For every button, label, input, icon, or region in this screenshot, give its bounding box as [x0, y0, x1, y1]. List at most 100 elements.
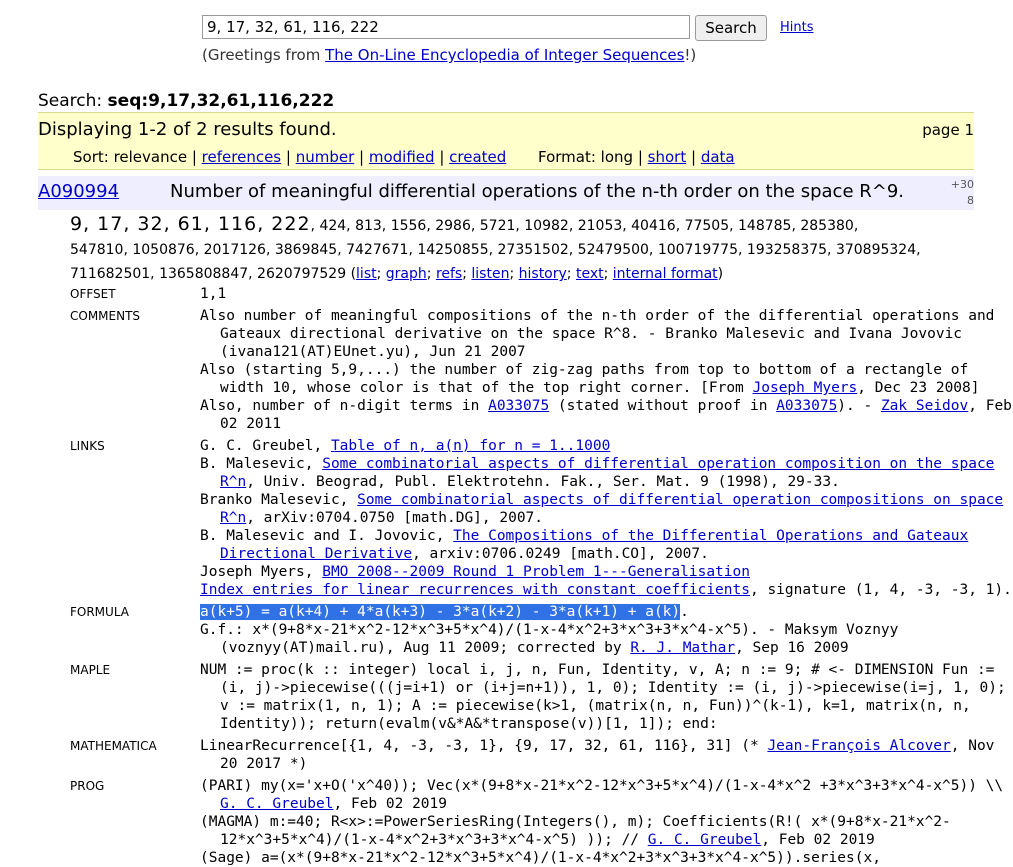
malesevic-1998-link[interactable]: Some combinatorial aspects of differenti…: [322, 456, 994, 472]
comment-2-text: width 10, whose color is that of the top…: [220, 380, 753, 396]
maple-line-2: (i, j)->piecewise(((j=i+1) or (i+j=n+1))…: [220, 680, 1006, 696]
alcover-link[interactable]: Jean-François Alcover: [767, 738, 950, 754]
prog-body: (PARI) my(x='x+O('x^40)); Vec(x*(9+8*x-2…: [200, 777, 1004, 867]
formula-2-email: (voznyy(AT)mail.ru), Aug 11 2009; correc…: [220, 640, 631, 656]
maple-line-4: Identity)); return(evalm(v&*A&*transpose…: [220, 716, 718, 732]
link-6: Index entries for linear recurrences wit…: [200, 581, 1012, 599]
graph-link[interactable]: graph: [386, 266, 427, 282]
format-data-link[interactable]: data: [701, 148, 735, 166]
link-3-cont: R^n, arXiv:0704.0750 [math.DG], 2007.: [200, 509, 950, 527]
malesevic-arxiv-link[interactable]: Some combinatorial aspects of differenti…: [357, 492, 1003, 508]
entry-header: A090994 Number of meaningful differentia…: [38, 176, 974, 210]
malesevic-1998-link-rn[interactable]: R^n: [220, 474, 246, 490]
prog-magma-date: , Feb 02 2019: [761, 832, 875, 848]
search-summary-query: seq:9,17,32,61,116,222: [107, 91, 335, 111]
link-4-citation: , arxiv:0706.0249 [math.CO], 2007.: [412, 546, 709, 562]
comment-2-line-2: width 10, whose color is that of the top…: [200, 379, 980, 397]
link-2: B. Malesevic, Some combinatorial aspects…: [200, 455, 994, 473]
sequence-terms: 9, 17, 32, 61, 116, 222, 424, 813, 1556,…: [70, 213, 921, 282]
formula-2-date: , Sep 16 2009: [735, 640, 849, 656]
table-link[interactable]: Table of n, a(n) for n = 1..1000: [331, 438, 610, 454]
terms-line-2: 547810, 1050876, 2017126, 3869845, 74276…: [70, 242, 921, 258]
compositions-link[interactable]: The Compositions of the Differential Ope…: [453, 528, 968, 544]
history-link[interactable]: history: [519, 266, 567, 282]
list-link[interactable]: list: [356, 266, 377, 282]
sort-modified-link[interactable]: modified: [369, 148, 435, 166]
sort-references-link[interactable]: references: [202, 148, 281, 166]
link-3-author: Branko Malesevic,: [200, 492, 358, 508]
link-4-author: B. Malesevic and I. Jovovic,: [200, 528, 454, 544]
comment-2-line-1: Also (starting 5,9,...) the number of zi…: [200, 362, 969, 378]
sort-label: Sort: relevance |: [73, 148, 202, 166]
maple-line-3: v := matrix(1, n, 1); A := piecewise(k>1…: [220, 698, 971, 714]
a033075-link[interactable]: A033075: [488, 398, 549, 414]
malesevic-arxiv-link-rn[interactable]: R^n: [220, 510, 246, 526]
vote-count-up[interactable]: +30: [951, 178, 974, 191]
mathematica-month: , Nov: [950, 738, 995, 754]
greubel-link-2[interactable]: G. C. Greubel: [648, 832, 762, 848]
listen-link[interactable]: listen: [471, 266, 509, 282]
comments-body: Also number of meaningful compositions o…: [200, 307, 1012, 433]
search-input[interactable]: [202, 15, 690, 39]
format-short-link[interactable]: short: [648, 148, 687, 166]
a-number-link[interactable]: A090994: [38, 181, 119, 202]
format-options: Format: long | short | data: [538, 148, 735, 166]
mathematica-line-1: LinearRecurrence[{1, 4, -3, -3, 1}, {9, …: [200, 737, 994, 755]
hints-link[interactable]: Hints: [780, 20, 814, 35]
comment-1-line-2: Gateaux directional derivative on the sp…: [220, 326, 963, 342]
prog-magma-line-1: (MAGMA) m:=40; R<x>:=PowerSeriesRing(Int…: [200, 814, 951, 830]
comment-3-month: , Feb: [968, 398, 1012, 414]
page-number: page 1: [922, 121, 974, 139]
prog-pari-date: , Feb 02 2019: [333, 796, 448, 812]
comment-3-line-2: 02 2011: [220, 416, 282, 432]
search-summary-label: Search:: [38, 91, 108, 111]
link-3: Branko Malesevic, Some combinatorial asp…: [200, 491, 1003, 509]
compositions-link-cont[interactable]: Directional Derivative: [220, 546, 412, 562]
mathematica-body: LinearRecurrence[{1, 4, -3, -3, 1}, {9, …: [200, 737, 994, 773]
joseph-myers-link[interactable]: Joseph Myers: [753, 380, 858, 396]
bmo-link[interactable]: BMO 2008--2009 Round 1 Problem 1---Gener…: [322, 564, 750, 580]
terms-line-3: 711682501, 1365808847, 2620797529: [70, 266, 347, 282]
links-body: G. C. Greubel, Table of n, a(n) for n = …: [200, 437, 1012, 599]
comment-3-text: Also, number of n-digit terms in: [200, 398, 489, 414]
link-2-cont: R^n, Univ. Beograd, Publ. Elektrotehn. F…: [200, 473, 950, 491]
refs-link[interactable]: refs: [436, 266, 462, 282]
formula-label: FORMULA: [70, 605, 129, 619]
text-link[interactable]: text: [576, 266, 604, 282]
a033075-link-2[interactable]: A033075: [776, 398, 837, 414]
greubel-link-1[interactable]: G. C. Greubel: [220, 796, 334, 812]
comment-1-line-1: Also number of meaningful compositions o…: [200, 308, 995, 324]
maple-label: MAPLE: [70, 663, 111, 677]
comment-3-line-1: Also, number of n-digit terms in A033075…: [200, 397, 1012, 415]
prog-pari-line-1: (PARI) my(x='x+O('x^40)); Vec(x*(9+8*x-2…: [200, 778, 1004, 794]
prog-magma-code: 12*x^3+5*x^4)/(1-x-4*x^2+3*x^3+3*x^4-x^5…: [220, 832, 648, 848]
sort-created-link[interactable]: created: [449, 148, 506, 166]
selected-formula-text[interactable]: a(k+5) = a(k+4) + 4*a(k+3) - 3*a(k+2) - …: [200, 604, 681, 620]
link-4: B. Malesevic and I. Jovovic, The Composi…: [200, 527, 968, 545]
sort-number-link[interactable]: number: [296, 148, 355, 166]
mathematica-label: MATHEMATICA: [70, 739, 157, 753]
internal-format-link[interactable]: internal format: [613, 266, 718, 282]
comment-3-dash: ). -: [837, 398, 881, 414]
index-entries-link[interactable]: Index entries for linear recurrences wit…: [200, 582, 750, 598]
formula-1: a(k+5) = a(k+4) + 4*a(k+3) - 3*a(k+2) - …: [200, 603, 950, 621]
entry-title: Number of meaningful differential operat…: [170, 181, 905, 202]
search-button[interactable]: Search: [695, 15, 767, 41]
offset-value: 1,1: [200, 286, 227, 302]
link-5: Joseph Myers, BMO 2008--2009 Round 1 Pro…: [200, 563, 950, 581]
search-terms-bold: 9, 17, 32, 61, 116, 222: [70, 213, 311, 235]
formula-1-period: .: [680, 604, 689, 620]
vote-count-down[interactable]: 8: [967, 194, 974, 207]
link-2-citation: , Univ. Beograd, Publ. Elektrotehn. Fak.…: [246, 474, 840, 490]
maple-line-1: NUM := proc(k :: integer) local i, j, n,…: [200, 662, 995, 678]
mathematica-code: LinearRecurrence[{1, 4, -3, -3, 1}, {9, …: [200, 738, 768, 754]
zak-seidov-link[interactable]: Zak Seidov: [881, 398, 968, 414]
mathematica-line-2: 20 2017 *): [220, 756, 308, 772]
results-header: Displaying 1-2 of 2 results found. page …: [38, 112, 974, 170]
link-6-signature: , signature (1, 4, -3, -3, 1).: [749, 582, 1012, 598]
link-2-author: B. Malesevic,: [200, 456, 323, 472]
rj-mathar-link[interactable]: R. J. Mathar: [630, 640, 735, 656]
oeis-home-link[interactable]: The On-Line Encyclopedia of Integer Sequ…: [325, 46, 684, 64]
prog-magma-line-2: 12*x^3+5*x^4)/(1-x-4*x^2+3*x^3+3*x^4-x^5…: [200, 831, 950, 849]
link-5-author: Joseph Myers,: [200, 564, 323, 580]
